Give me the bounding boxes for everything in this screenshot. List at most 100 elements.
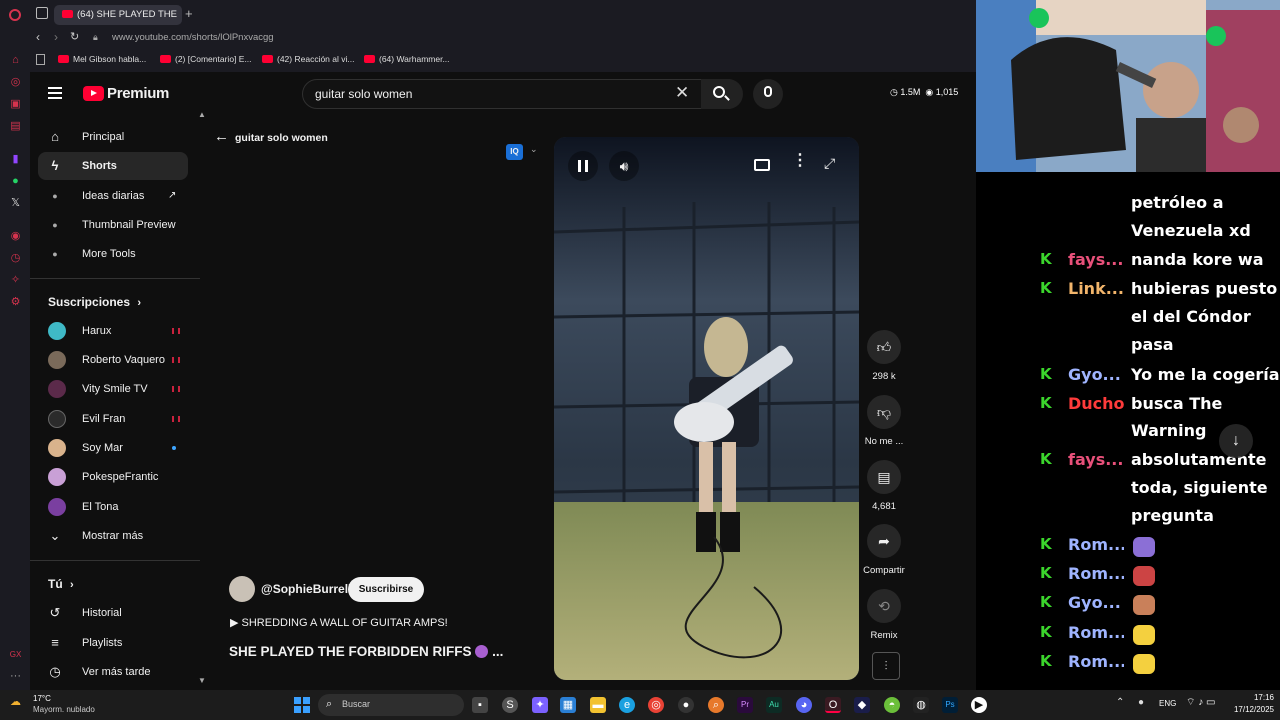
chat-username[interactable]: Ducho — [1068, 394, 1124, 413]
bookmark-2[interactable]: (2) [Comentario] E... — [160, 54, 252, 64]
chat-username[interactable]: fays... — [1068, 450, 1124, 469]
nav-more-tools[interactable]: ● More Tools — [38, 240, 188, 268]
weather-desc[interactable]: Mayorm. nublado — [33, 705, 95, 714]
scroll-to-bottom-button[interactable]: ↓ — [1219, 424, 1253, 458]
settings-icon[interactable]: ⚙ — [9, 296, 22, 309]
skype-icon[interactable]: S — [502, 697, 518, 713]
dislike-button[interactable]: 👎︎ No me ... — [865, 395, 903, 447]
subscriptions-header[interactable]: Suscripciones › — [48, 295, 141, 309]
chat-username[interactable]: Rom... — [1068, 652, 1124, 671]
chat-username[interactable]: Rom... — [1068, 564, 1124, 583]
bookmark-1[interactable]: Mel Gibson habla... — [58, 54, 146, 64]
youtube-logo-icon[interactable] — [83, 86, 104, 101]
sub-evil-fran[interactable]: Evil Fran — [38, 405, 188, 433]
taskbar-search[interactable]: ⌕ Buscar — [318, 694, 464, 716]
clear-search-icon[interactable]: ✕ — [675, 83, 689, 103]
fullscreen-icon[interactable]: ⤢ — [824, 156, 835, 170]
search-input[interactable]: guitar solo women — [315, 87, 412, 101]
back-arrow-icon[interactable]: ← — [214, 129, 229, 144]
forward-icon[interactable]: › — [54, 30, 58, 44]
audition-icon[interactable]: Au — [766, 697, 782, 713]
scroll-up-icon[interactable]: ▲ — [198, 110, 206, 119]
chrome-icon[interactable]: ◎ — [648, 697, 664, 713]
messenger-icon[interactable]: ▣ — [9, 98, 22, 111]
temperature[interactable]: 17°C — [33, 694, 51, 703]
app-icon[interactable]: ● — [678, 697, 694, 713]
reload-icon[interactable]: ↻ — [70, 30, 79, 43]
subscribe-button[interactable]: Suscribirse — [348, 577, 424, 602]
iq-extension-icon[interactable]: IQ — [506, 144, 523, 160]
audio-waveform-icon[interactable]: ⫶ — [872, 652, 900, 680]
voice-search-button[interactable] — [753, 79, 783, 109]
url-field[interactable]: www.youtube.com/shorts/lOlPnxvacgg — [112, 32, 274, 43]
edge-icon[interactable]: e — [619, 697, 635, 713]
sub-el-tona[interactable]: El Tona — [38, 493, 188, 521]
scroll-down-icon[interactable]: ▼ — [198, 676, 206, 685]
app-icon-3[interactable]: ◓ — [884, 697, 900, 713]
task-view-icon[interactable]: ▪ — [472, 697, 488, 713]
chat-username[interactable]: Link... — [1068, 279, 1124, 298]
weather-icon[interactable]: ☁ — [10, 695, 21, 708]
media-player-icon[interactable]: ▶ — [971, 697, 987, 713]
sub-soy-mar[interactable]: Soy Mar — [38, 434, 188, 462]
sub-roberto-vaquero[interactable]: Roberto Vaquero — [38, 346, 188, 374]
comments-button[interactable]: ▤ 4,681 — [866, 460, 902, 512]
explorer-icon[interactable]: ▬ — [590, 697, 606, 713]
mail-icon[interactable]: ▤ — [9, 120, 22, 133]
opera-logo-icon[interactable] — [9, 9, 21, 21]
nav-principal[interactable]: ⌂ Principal — [38, 123, 188, 151]
chat-username[interactable]: Gyo... — [1068, 593, 1124, 612]
gx-icon[interactable]: GX — [9, 648, 22, 661]
channel-name[interactable]: @SophieBurrell — [261, 582, 351, 596]
like-button[interactable]: 👍︎ 298 k — [866, 330, 902, 382]
obs-icon[interactable]: ◍ — [913, 697, 929, 713]
you-header[interactable]: Tú › — [48, 577, 74, 591]
remix-button[interactable]: ⟲ Remix — [866, 589, 902, 641]
aria-icon[interactable]: ◎ — [9, 76, 22, 89]
bookmark-4[interactable]: (64) Warhammer... — [364, 54, 450, 64]
store-icon[interactable]: ▦ — [560, 697, 576, 713]
playlist-link[interactable]: ▶ SHREDDING A WALL OF GUITAR AMPS! — [230, 616, 448, 629]
channel-avatar[interactable] — [229, 576, 255, 602]
player-icon[interactable]: ◉ — [9, 230, 22, 243]
chat-username[interactable]: fays... — [1068, 250, 1124, 269]
copilot-icon[interactable]: ✦ — [532, 697, 548, 713]
premiere-icon[interactable]: Pr — [737, 697, 753, 713]
tray-icons[interactable]: ⌔ ♪ ▭ — [1186, 696, 1215, 709]
sub-vity-smile-tv[interactable]: Vity Smile TV — [38, 375, 188, 403]
search-box[interactable]: guitar solo women ✕ — [302, 79, 743, 109]
back-label[interactable]: guitar solo women — [235, 132, 328, 144]
nav-ideas-diarias[interactable]: ● Ideas diarias ↗ — [38, 182, 188, 210]
nav-ver-mas-tarde[interactable]: ◷ Ver más tarde — [38, 658, 188, 686]
photoshop-icon[interactable]: Ps — [942, 697, 958, 713]
back-icon[interactable]: ‹ — [36, 30, 40, 44]
discord-icon[interactable]: ◕ — [796, 697, 812, 713]
bookmark-3[interactable]: (42) Reacción al vi... — [262, 54, 354, 64]
pause-button[interactable] — [568, 151, 598, 181]
share-button[interactable]: ➦ Compartir — [863, 524, 905, 576]
menu-icon[interactable] — [48, 87, 62, 99]
short-video-player[interactable]: 🔊︎ ⋮ ⤢ — [554, 137, 859, 680]
windows-start-icon[interactable] — [294, 697, 310, 713]
chat-username[interactable]: Rom... — [1068, 535, 1124, 554]
active-tab[interactable]: (64) SHE PLAYED THE — [54, 5, 182, 25]
opera-gx-taskbar-icon[interactable]: O — [825, 697, 841, 713]
show-more-button[interactable]: ⌄ Mostrar más — [38, 522, 188, 550]
extensions-icon[interactable]: ✧ — [9, 274, 22, 287]
whatsapp-icon[interactable]: ● — [9, 175, 22, 188]
twitch-icon[interactable]: ▮ — [9, 153, 22, 166]
mic-tray-icon[interactable]: ● — [1138, 697, 1144, 708]
more-icon[interactable]: ··· — [9, 670, 22, 683]
tab-manager-icon[interactable] — [36, 7, 48, 19]
more-options-icon[interactable]: ⋮ — [792, 153, 808, 169]
nav-thumbnail-preview[interactable]: ● Thumbnail Preview — [38, 211, 188, 239]
volume-icon[interactable]: 🔊︎ — [609, 151, 639, 181]
chevron-down-icon[interactable]: ⌄ — [530, 144, 538, 155]
app-icon-2[interactable]: ◆ — [854, 697, 870, 713]
tray-chevron-icon[interactable]: ⌃ — [1116, 697, 1124, 708]
sub-harux[interactable]: Harux — [38, 317, 188, 345]
clock-time[interactable]: 17:16 — [1240, 693, 1274, 702]
captions-icon[interactable] — [754, 159, 770, 171]
search-button[interactable] — [701, 79, 743, 109]
nav-playlists[interactable]: ≡ Playlists — [38, 629, 188, 657]
